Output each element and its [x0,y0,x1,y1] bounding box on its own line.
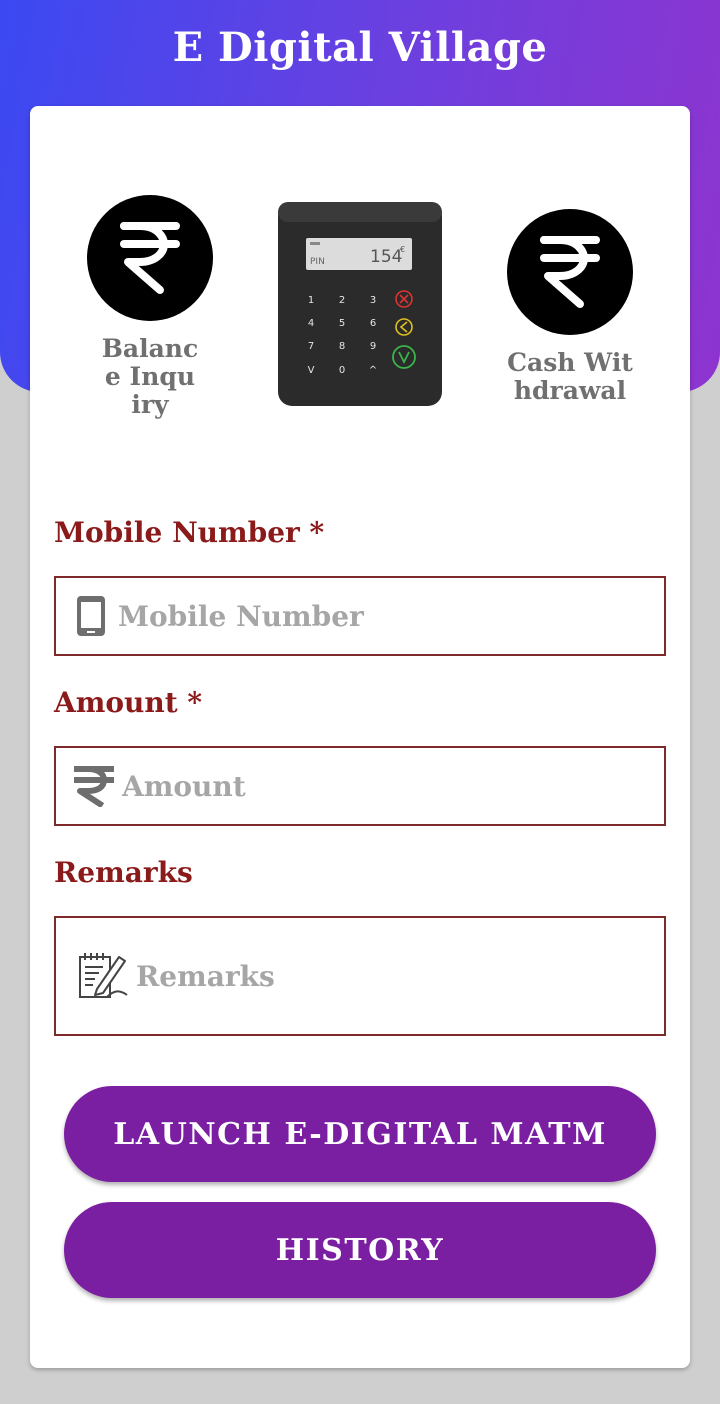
amount-input[interactable] [122,748,664,824]
balance-inquiry-option[interactable]: Balance Inquiry [86,195,214,419]
rupee-icon [66,765,122,807]
svg-text:3: 3 [370,295,376,306]
rupee-circle-icon [87,195,213,321]
mobile-phone-icon [64,594,118,638]
svg-text:6: 6 [370,318,376,329]
amount-field[interactable] [54,746,666,826]
history-button[interactable]: HISTORY [64,1202,656,1298]
balance-inquiry-label: Balance Inquiry [101,334,199,419]
remarks-label: Remarks [54,856,193,889]
pos-screen-amount: 154 [370,247,402,267]
rupee-circle-icon [507,209,633,335]
amount-label: Amount * [54,686,203,719]
remarks-input[interactable] [136,918,664,1034]
rupee-icon [540,236,600,308]
svg-text:7: 7 [308,341,314,352]
pos-device-image: PIN 154 € 1 2 3 4 5 6 7 8 9 V 0 ^ [276,200,444,408]
rupee-icon [120,222,180,294]
cash-withdrawal-option[interactable]: Cash Withdrawal [500,209,640,405]
remarks-field[interactable] [54,916,666,1036]
mobile-number-field[interactable] [54,576,666,656]
svg-text:^: ^ [369,365,377,376]
pos-screen-currency: € [400,245,405,254]
svg-text:1: 1 [308,295,314,306]
main-card: Balance Inquiry PIN 154 € 1 2 3 4 5 6 7 8 9 V 0… [30,106,690,1368]
cash-withdrawal-label: Cash Withdrawal [507,348,633,405]
pos-screen-label: PIN [310,257,325,267]
mobile-number-label: Mobile Number * [54,516,325,549]
svg-text:8: 8 [339,341,345,352]
svg-text:4: 4 [308,318,314,329]
app-title: E Digital Village [172,24,548,71]
svg-text:9: 9 [370,341,376,352]
svg-text:5: 5 [339,318,345,329]
svg-text:2: 2 [339,295,345,306]
note-pen-icon [70,951,136,1001]
svg-text:0: 0 [339,365,345,376]
mobile-number-input[interactable] [118,578,664,654]
svg-text:V: V [308,365,315,376]
launch-matm-button[interactable]: LAUNCH E-DIGITAL MATM [64,1086,656,1182]
